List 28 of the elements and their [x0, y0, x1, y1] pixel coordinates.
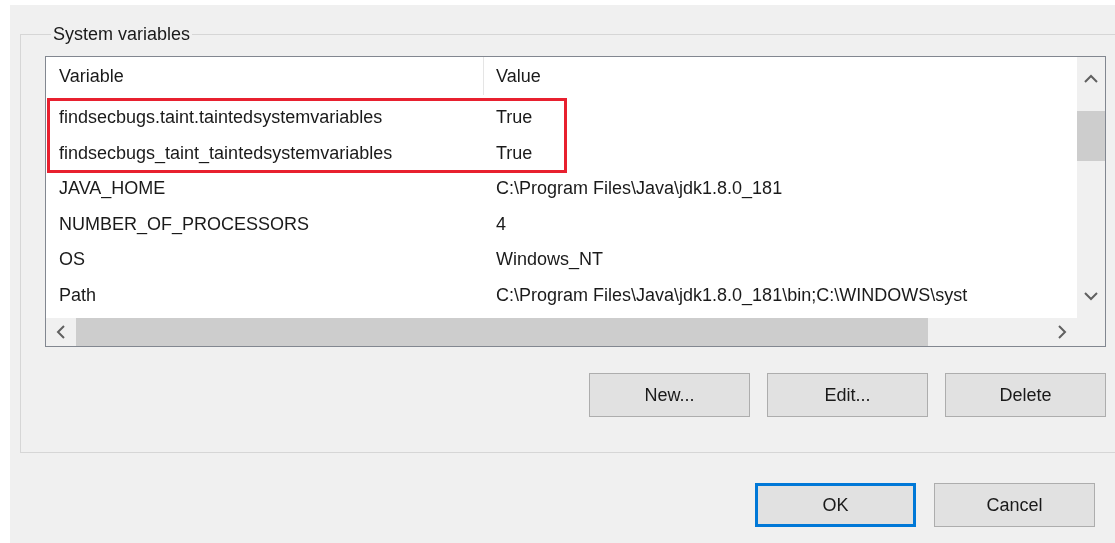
action-button[interactable]: New... — [589, 373, 750, 417]
dialog-button[interactable]: OK — [755, 483, 916, 527]
table-cell-text: JAVA_HOME — [58, 177, 167, 201]
scroll-down-icon[interactable] — [1084, 291, 1098, 301]
column-header[interactable]: Value — [484, 57, 1077, 95]
scrollbar-thumb[interactable] — [76, 318, 928, 346]
table-cell-text: NUMBER_OF_PROCESSORS — [58, 212, 311, 237]
table-cell-text: C:\Program Files\Java\jdk1.8.0_181\bin;C:\WINDOWS\syst — [495, 283, 968, 308]
vertical-scrollbar[interactable] — [1077, 57, 1105, 346]
scroll-up-icon[interactable] — [1084, 74, 1098, 84]
table-cell-text: findsecbugs_taint_taintedsystemvariables — [58, 141, 394, 166]
table-cell-text: C:\Program Files\Java\jdk1.8.0_181 — [495, 177, 783, 201]
column-header[interactable]: Variable — [46, 57, 484, 95]
scroll-left-icon[interactable] — [56, 325, 66, 339]
action-button[interactable]: Edit... — [767, 373, 928, 417]
table-cell-text: Path — [58, 283, 98, 307]
table-cell-text: True — [495, 106, 533, 130]
scrollbar-thumb[interactable] — [1077, 111, 1105, 161]
table-cell-text: True — [495, 141, 533, 165]
group-title: System variables — [52, 23, 192, 46]
scroll-right-icon[interactable] — [1057, 325, 1067, 339]
table-cell-text: 4 — [495, 212, 506, 236]
table-cell-text: Windows_NT — [495, 248, 604, 272]
table-cell-text: findsecbugs.taint.taintedsystemvariables — [58, 106, 384, 130]
table-cell-text: OS — [58, 248, 86, 272]
horizontal-scrollbar[interactable] — [46, 318, 1077, 346]
dialog-button[interactable]: Cancel — [934, 483, 1095, 527]
action-button[interactable]: Delete — [945, 373, 1106, 417]
